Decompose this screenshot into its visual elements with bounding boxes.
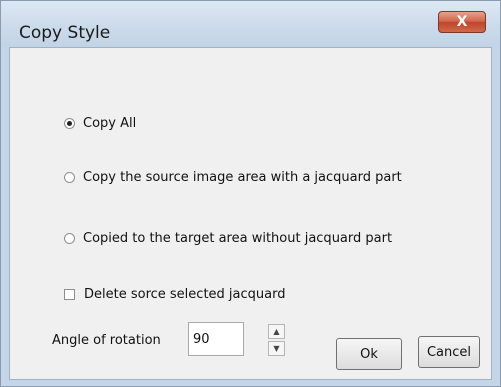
- copy-style-dialog: Copy Style X Copy All Copy the source im…: [0, 0, 501, 387]
- dialog-body: Copy All Copy the source image area with…: [9, 47, 492, 380]
- angle-of-rotation-input[interactable]: [188, 322, 244, 356]
- delete-source-jacquard-label: Delete sorce selected jacquard: [84, 287, 286, 302]
- radio-selected-icon: [64, 118, 75, 129]
- angle-spinner: ▲ ▼: [268, 324, 285, 356]
- copy-target-without-jacquard-label: Copied to the target area without jacqua…: [83, 231, 393, 246]
- radio-unselected-icon: [64, 233, 75, 244]
- copy-all-label: Copy All: [83, 116, 137, 131]
- delete-source-jacquard-checkbox[interactable]: Delete sorce selected jacquard: [64, 287, 285, 302]
- close-icon: X: [456, 14, 468, 30]
- spin-down-icon[interactable]: ▼: [268, 341, 285, 356]
- dialog-title: Copy Style: [19, 23, 111, 43]
- spin-up-icon[interactable]: ▲: [268, 324, 285, 339]
- copy-source-with-jacquard-label: Copy the source image area with a jacqua…: [83, 170, 402, 185]
- copy-source-with-jacquard-radio[interactable]: Copy the source image area with a jacqua…: [64, 170, 402, 185]
- title-bar[interactable]: Copy Style X: [1, 1, 500, 47]
- angle-of-rotation-label: Angle of rotation: [52, 333, 161, 348]
- radio-unselected-icon: [64, 172, 75, 183]
- cancel-button[interactable]: Cancel: [418, 336, 480, 368]
- copy-all-radio[interactable]: Copy All: [64, 116, 136, 131]
- ok-button[interactable]: Ok: [336, 338, 402, 370]
- close-button[interactable]: X: [438, 11, 486, 33]
- checkbox-icon: [64, 289, 75, 300]
- copy-target-without-jacquard-radio[interactable]: Copied to the target area without jacqua…: [64, 231, 392, 246]
